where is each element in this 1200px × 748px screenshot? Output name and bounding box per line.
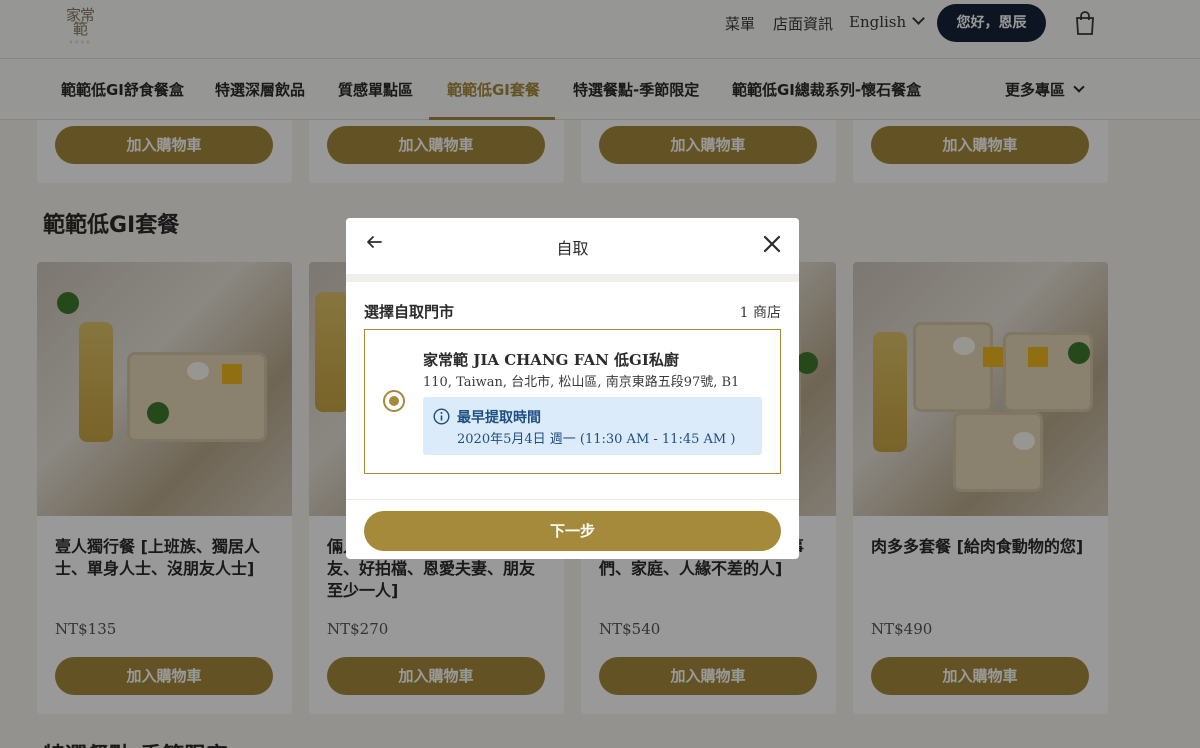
store-count: 1 商店 <box>739 305 781 321</box>
pickup-title: 最早提取時間 <box>457 410 541 426</box>
pickup-modal: 自取 選擇自取門市 1 商店 家常範 JIA CHANG FAN 低GI私廚 1… <box>346 218 799 559</box>
pickup-time-notice: 最早提取時間 2020年5月4日 週一 (11:30 AM - 11:45 AM… <box>423 397 762 455</box>
modal-title: 自取 <box>556 239 589 258</box>
modal-header: 自取 <box>346 218 799 274</box>
pickup-time: 2020年5月4日 週一 (11:30 AM - 11:45 AM ) <box>457 432 736 447</box>
close-icon[interactable] <box>762 234 782 254</box>
info-icon <box>433 408 450 425</box>
store-option[interactable]: 家常範 JIA CHANG FAN 低GI私廚 110, Taiwan, 台北市… <box>364 329 781 474</box>
header-divider <box>346 274 799 282</box>
next-step-button[interactable]: 下一步 <box>364 511 781 551</box>
select-store-label: 選擇自取門市 <box>364 303 455 321</box>
store-name: 家常範 JIA CHANG FAN 低GI私廚 <box>423 351 679 369</box>
store-address: 110, Taiwan, 台北市, 松山區, 南京東路五段97號, B1 <box>423 375 740 390</box>
store-radio-selected[interactable] <box>383 390 405 412</box>
footer-divider <box>346 499 799 500</box>
